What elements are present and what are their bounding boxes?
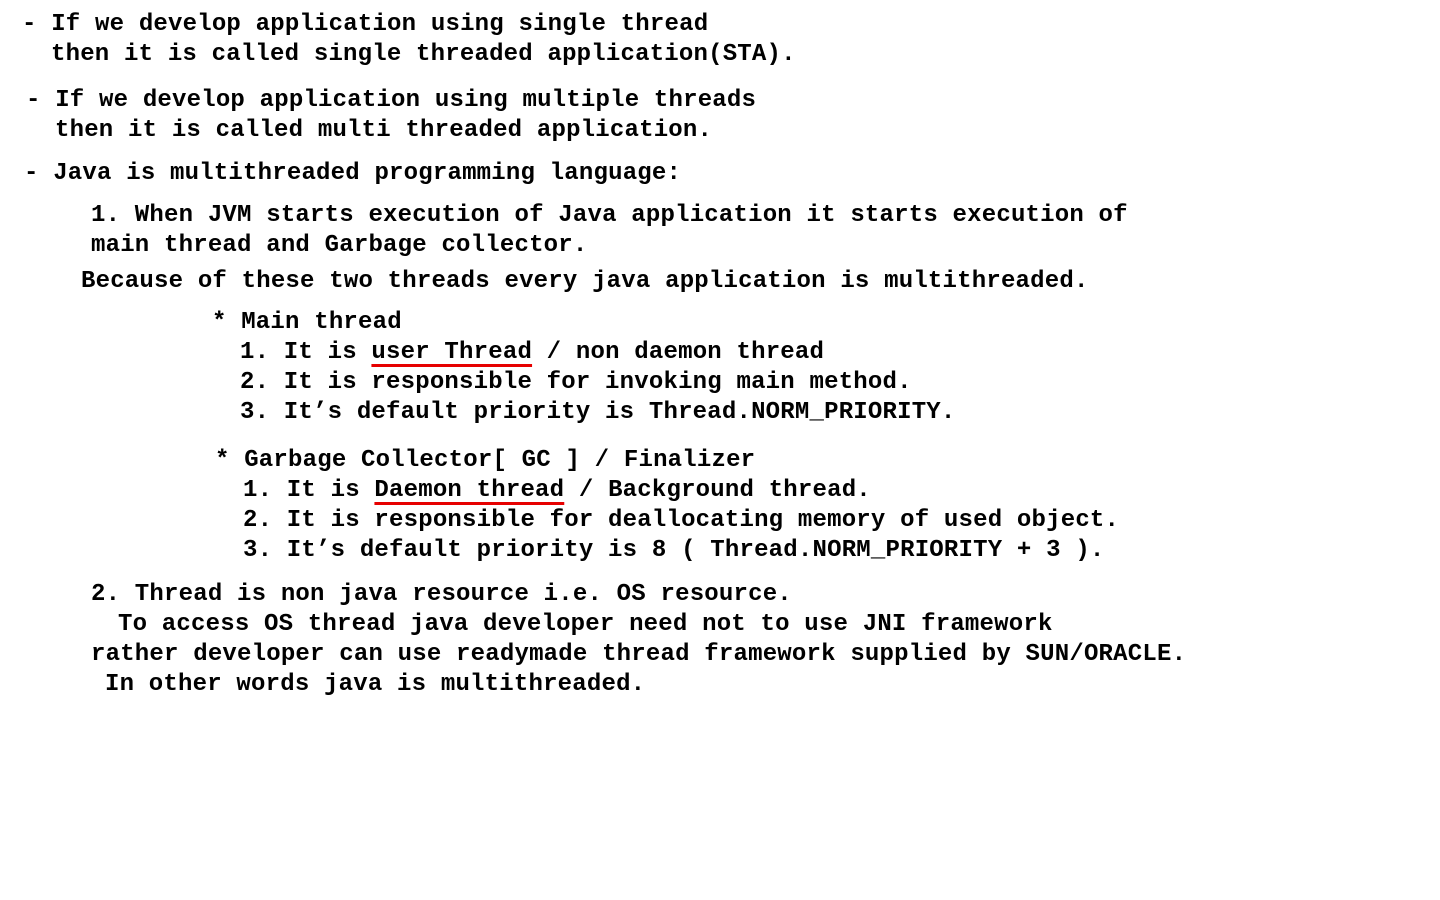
main-thread-item-3: 3. It’s default priority is Thread.NORM_… (240, 399, 956, 426)
main-thread-item-2: 2. It is responsible for invoking main m… (240, 369, 912, 396)
java-heading: - Java is multithreaded programming lang… (24, 160, 682, 187)
point1-line-1: 1. When JVM starts execution of Java app… (91, 202, 1128, 229)
gc-item-1-prefix: 1. It is (243, 477, 375, 504)
mta-line-2: then it is called multi threaded applica… (55, 117, 713, 144)
user-thread-underlined: user Thread (371, 339, 533, 366)
gc-item-3: 3. It’s default priority is 8 ( Thread.N… (243, 537, 1105, 564)
point1-line-3: Because of these two threads every java … (81, 268, 1089, 295)
gc-item-2: 2. It is responsible for deallocating me… (243, 507, 1120, 534)
gc-item-1: 1. It is Daemon thread / Background thre… (243, 476, 871, 506)
notes-page: - If we develop application using single… (0, 0, 1440, 900)
sta-line-2: then it is called single threaded applic… (51, 41, 796, 68)
point2-line-2: To access OS thread java developer need … (118, 611, 1053, 638)
point2-line-1: 2. Thread is non java resource i.e. OS r… (91, 581, 792, 608)
main-thread-item-1: 1. It is user Thread / non daemon thread (240, 338, 824, 368)
daemon-thread-underlined: Daemon thread (374, 477, 565, 504)
point1-line-2: main thread and Garbage collector. (91, 232, 588, 259)
gc-item-1-suffix: / Background thread. (564, 477, 871, 504)
point2-line-4: In other words java is multithreaded. (105, 671, 646, 698)
point2-line-3: rather developer can use readymade threa… (91, 641, 1187, 668)
main-thread-item-1-suffix: / non daemon thread (532, 339, 825, 366)
main-thread-item-1-prefix: 1. It is (240, 339, 372, 366)
sta-line-1: - If we develop application using single… (22, 11, 709, 38)
main-thread-title: * Main thread (212, 309, 402, 336)
mta-line-1: - If we develop application using multip… (26, 87, 757, 114)
gc-title: * Garbage Collector[ GC ] / Finalizer (215, 447, 756, 474)
